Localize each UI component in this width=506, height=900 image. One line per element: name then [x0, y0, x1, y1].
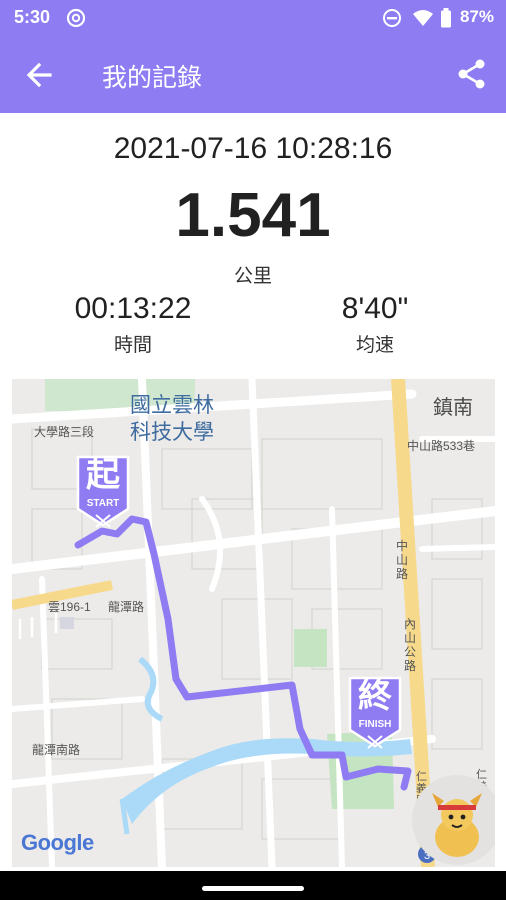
- map-label-road-longtan-south: 龍潭南路: [32, 743, 81, 757]
- do-not-disturb-icon: [383, 9, 401, 27]
- system-nav-bar: [0, 871, 506, 900]
- distance-unit: 公里: [233, 266, 272, 287]
- google-logo: Google: [21, 830, 94, 855]
- duration-value: 00:13:22: [74, 292, 192, 325]
- finish-marker-text: FINISH: [358, 719, 392, 730]
- map-label-road-yun196: 雲196-1: [48, 600, 91, 614]
- pace-label: 均速: [355, 335, 394, 356]
- dragon-mascot-icon: [432, 793, 482, 857]
- battery-icon: [441, 8, 451, 28]
- wifi-icon: [413, 10, 433, 26]
- share-icon[interactable]: [456, 58, 488, 90]
- map-label-road-neishan: 內山公路: [404, 617, 417, 673]
- pace-stat: 8'40" 均速: [275, 292, 475, 357]
- duration-label: 時間: [113, 335, 152, 356]
- start-marker-text: START: [86, 498, 120, 509]
- map-label-town: 鎮南: [433, 397, 473, 419]
- map-label-road-zhongshan: 中山路: [396, 539, 409, 581]
- status-bar: 5:30 87%: [0, 0, 506, 36]
- map-label-university: 國立雲林 科技大學: [130, 394, 214, 444]
- status-time: 5:30: [14, 7, 51, 27]
- record-datetime: 2021-07-16 10:28:16: [113, 132, 393, 165]
- mascot-avatar: [412, 775, 495, 865]
- start-marker[interactable]: 起 START: [76, 453, 130, 529]
- duration-stat: 00:13:22 時間: [33, 292, 233, 357]
- pace-value: 8'40": [341, 292, 409, 325]
- app-bar: 我的記錄: [0, 36, 506, 113]
- finish-marker-char: 終: [358, 677, 392, 715]
- route-map[interactable]: 3 國立雲林 科技大學 鎮南 大學路三段 中山路533巷 中山路 雲196-1 …: [12, 379, 495, 867]
- page-title: 我的記錄: [102, 64, 203, 92]
- map-label-road-daxue: 大學路三段: [34, 425, 95, 439]
- start-marker-char: 起: [86, 456, 120, 494]
- arrow-left-icon[interactable]: [22, 58, 56, 92]
- map-label-road-longtan: 龍潭路: [108, 600, 145, 614]
- finish-marker[interactable]: 終 FINISH: [348, 674, 402, 750]
- home-gesture-pill[interactable]: [202, 886, 304, 891]
- battery-percent: 87%: [459, 7, 494, 26]
- map-label-road-zhongshan533: 中山路533巷: [407, 439, 476, 453]
- distance-value: 1.541: [175, 181, 331, 250]
- at-sign-icon: [66, 8, 86, 28]
